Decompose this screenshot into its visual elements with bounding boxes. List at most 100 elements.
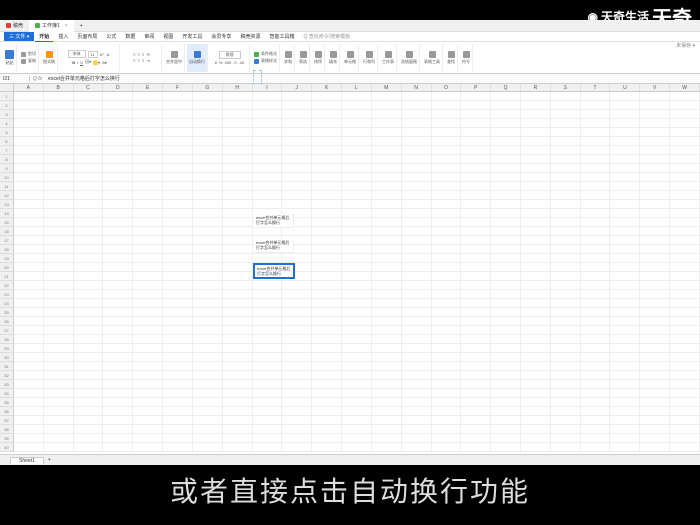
cell[interactable]	[74, 119, 104, 128]
cell[interactable]	[402, 218, 432, 227]
cell[interactable]	[402, 236, 432, 245]
cell[interactable]	[103, 407, 133, 416]
cell[interactable]	[44, 272, 74, 281]
cell[interactable]	[342, 128, 372, 137]
cell[interactable]	[640, 119, 670, 128]
cell[interactable]	[312, 416, 342, 425]
cell[interactable]	[372, 173, 402, 182]
row-header[interactable]: 4	[0, 119, 14, 128]
cell[interactable]	[253, 389, 283, 398]
row-header[interactable]: 10	[0, 173, 14, 182]
cell[interactable]	[402, 407, 432, 416]
find-icon[interactable]	[448, 51, 455, 58]
cell[interactable]	[342, 317, 372, 326]
cell[interactable]	[402, 380, 432, 389]
cell[interactable]	[133, 407, 163, 416]
cell[interactable]	[253, 155, 283, 164]
cell[interactable]	[74, 254, 104, 263]
cell[interactable]	[402, 272, 432, 281]
cell[interactable]	[223, 380, 253, 389]
tab-data[interactable]: 数据	[121, 32, 139, 41]
cell[interactable]	[432, 380, 462, 389]
cell[interactable]	[491, 326, 521, 335]
painter-icon[interactable]	[46, 51, 53, 58]
row-header[interactable]: 36	[0, 407, 14, 416]
cell[interactable]	[610, 227, 640, 236]
cell[interactable]	[282, 110, 312, 119]
wrap-icon[interactable]	[194, 51, 201, 58]
cell[interactable]	[610, 110, 640, 119]
cell[interactable]	[163, 416, 193, 425]
col-header[interactable]: F	[163, 84, 193, 91]
cell[interactable]	[521, 326, 551, 335]
cell[interactable]	[133, 371, 163, 380]
cell[interactable]	[282, 200, 312, 209]
cell[interactable]	[193, 362, 223, 371]
tab-layout[interactable]: 页面布局	[73, 32, 101, 41]
dec-dec[interactable]: .00	[239, 60, 245, 65]
merged-cell-2[interactable]: excel合并单元格后打字怎么换行	[254, 239, 294, 253]
cell[interactable]	[282, 254, 312, 263]
cell[interactable]	[610, 434, 640, 443]
cell[interactable]	[223, 416, 253, 425]
cell[interactable]	[461, 335, 491, 344]
cell[interactable]	[74, 209, 104, 218]
cell[interactable]	[521, 416, 551, 425]
cell[interactable]	[372, 101, 402, 110]
row-header[interactable]: 20	[0, 263, 14, 272]
cell[interactable]	[551, 137, 581, 146]
cell[interactable]	[461, 425, 491, 434]
cell[interactable]	[14, 263, 44, 272]
cell[interactable]	[581, 245, 611, 254]
cell[interactable]	[163, 317, 193, 326]
cell[interactable]	[551, 263, 581, 272]
cell[interactable]	[432, 344, 462, 353]
cell[interactable]	[372, 155, 402, 164]
underline-button[interactable]: U	[80, 60, 83, 65]
cell[interactable]	[432, 317, 462, 326]
cell[interactable]	[581, 335, 611, 344]
cell[interactable]	[461, 218, 491, 227]
col-header[interactable]: P	[461, 84, 491, 91]
cell[interactable]	[581, 272, 611, 281]
cell[interactable]	[491, 146, 521, 155]
row-header[interactable]: 29	[0, 344, 14, 353]
cell[interactable]	[461, 191, 491, 200]
cell[interactable]	[581, 173, 611, 182]
cell[interactable]	[670, 317, 700, 326]
cell[interactable]	[581, 299, 611, 308]
cell[interactable]	[432, 200, 462, 209]
filter-icon[interactable]	[300, 51, 307, 58]
cell[interactable]	[312, 299, 342, 308]
cell[interactable]	[193, 425, 223, 434]
percent[interactable]: %	[219, 60, 223, 65]
cell[interactable]	[163, 434, 193, 443]
cell[interactable]	[44, 344, 74, 353]
cell[interactable]	[491, 380, 521, 389]
bold-button[interactable]: B	[72, 60, 75, 65]
cell[interactable]	[74, 443, 104, 452]
cell-icon[interactable]	[347, 51, 354, 58]
cell[interactable]	[372, 92, 402, 101]
cell[interactable]	[44, 317, 74, 326]
cell[interactable]	[282, 146, 312, 155]
cell[interactable]	[312, 443, 342, 452]
cell[interactable]	[581, 443, 611, 452]
cell[interactable]	[223, 362, 253, 371]
cell[interactable]	[432, 272, 462, 281]
cell[interactable]	[670, 146, 700, 155]
cell[interactable]	[640, 362, 670, 371]
cell[interactable]	[551, 326, 581, 335]
cell[interactable]	[610, 380, 640, 389]
row-header[interactable]: 8	[0, 155, 14, 164]
cell[interactable]	[432, 308, 462, 317]
cell[interactable]	[14, 236, 44, 245]
cell[interactable]	[461, 281, 491, 290]
cell[interactable]	[640, 218, 670, 227]
cell[interactable]	[461, 434, 491, 443]
cell[interactable]	[133, 164, 163, 173]
cell[interactable]	[103, 236, 133, 245]
cell[interactable]	[133, 362, 163, 371]
row-header[interactable]: 25	[0, 308, 14, 317]
cell[interactable]	[521, 407, 551, 416]
